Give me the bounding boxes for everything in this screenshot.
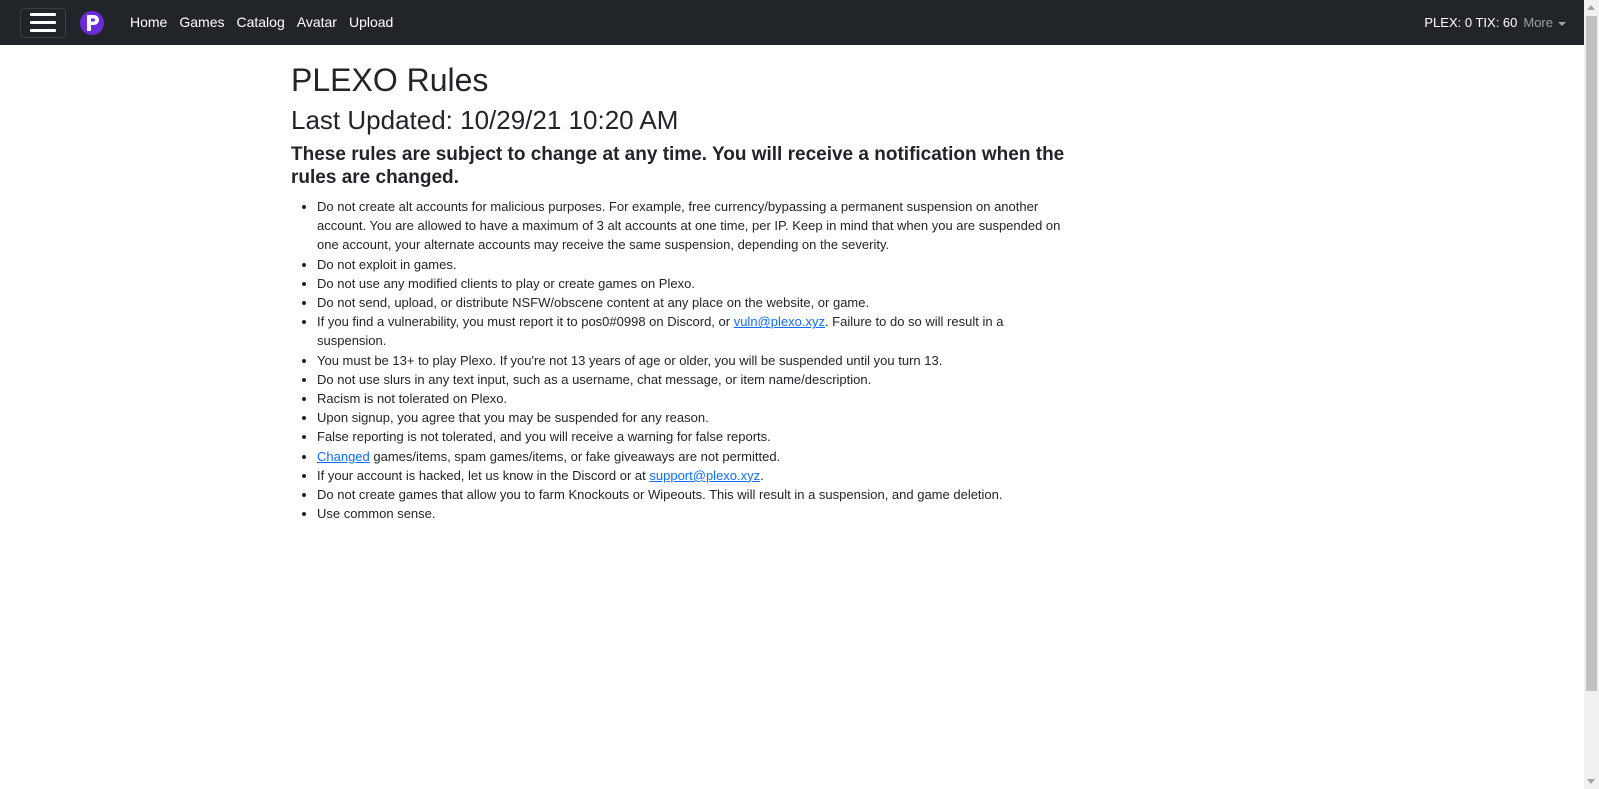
more-label: More [1523, 15, 1553, 30]
more-dropdown[interactable]: More [1523, 15, 1566, 30]
support-email-link[interactable]: support@plexo.xyz [649, 468, 760, 483]
rules-content: PLEXO Rules Last Updated: 10/29/21 10:20… [291, 60, 1071, 523]
rule-item: Changed games/items, spam games/items, o… [317, 447, 1071, 466]
last-updated: Last Updated: 10/29/21 10:20 AM [291, 105, 679, 135]
scroll-down-arrow-icon[interactable] [1587, 779, 1595, 784]
rule-item: Do not exploit in games. [317, 255, 1071, 274]
menu-bar [30, 13, 56, 16]
nav-link-avatar[interactable]: Avatar [291, 0, 343, 45]
nav-right: PLEX: 0 TIX: 60 More [1424, 0, 1566, 45]
rule-item: You must be 13+ to play Plexo. If you're… [317, 351, 1071, 370]
scroll-up-arrow-icon[interactable] [1587, 5, 1595, 10]
rule-text: If your account is hacked, let us know i… [317, 467, 650, 483]
rule-item: If you find a vulnerability, you must re… [317, 312, 1071, 350]
page-title: PLEXO Rules [291, 62, 489, 98]
rule-text: games/items, spam games/items, or fake g… [369, 448, 781, 464]
menu-bar [30, 21, 56, 24]
scrollbar-thumb[interactable] [1586, 16, 1597, 691]
rule-item: Racism is not tolerated on Plexo. [317, 389, 1071, 408]
rules-notice: These rules are subject to change at any… [291, 144, 1065, 188]
rule-item: Use common sense. [317, 504, 1071, 523]
rule-item: Do not create alt accounts for malicious… [317, 197, 1071, 255]
hamburger-menu-button[interactable] [20, 7, 66, 38]
rule-item: False reporting is not tolerated, and yo… [317, 427, 1071, 446]
menu-bar [30, 29, 56, 32]
nav-link-upload[interactable]: Upload [343, 0, 399, 45]
chevron-down-icon [1558, 21, 1566, 26]
rule-item: Do not use any modified clients to play … [317, 274, 1071, 293]
nav-link-home[interactable]: Home [124, 0, 173, 45]
logo-p-glyph [87, 14, 99, 31]
rule-text: If you find a vulnerability, you must re… [317, 314, 734, 330]
nav-link-catalog[interactable]: Catalog [230, 0, 290, 45]
rules-list: Do not create alt accounts for malicious… [291, 197, 1071, 523]
main-nav: Home Games Catalog Avatar Upload [124, 0, 399, 45]
rule-item: Do not send, upload, or distribute NSFW/… [317, 293, 1071, 312]
rule-item: Do not create games that allow you to fa… [317, 485, 1071, 504]
currency-balance: PLEX: 0 TIX: 60 [1424, 15, 1518, 30]
rule-item: Upon signup, you agree that you may be s… [317, 408, 1071, 427]
vuln-email-link[interactable]: vuln@plexo.xyz [734, 314, 825, 329]
changed-link[interactable]: Changed [317, 449, 370, 464]
rule-item: Do not use slurs in any text input, such… [317, 370, 1071, 389]
rule-item: If your account is hacked, let us know i… [317, 466, 1071, 485]
vertical-scrollbar[interactable] [1584, 0, 1599, 789]
rule-text: . [760, 467, 764, 483]
top-navbar: Home Games Catalog Avatar Upload PLEX: 0… [0, 0, 1584, 45]
plexo-logo[interactable] [80, 10, 104, 35]
nav-link-games[interactable]: Games [173, 0, 230, 45]
